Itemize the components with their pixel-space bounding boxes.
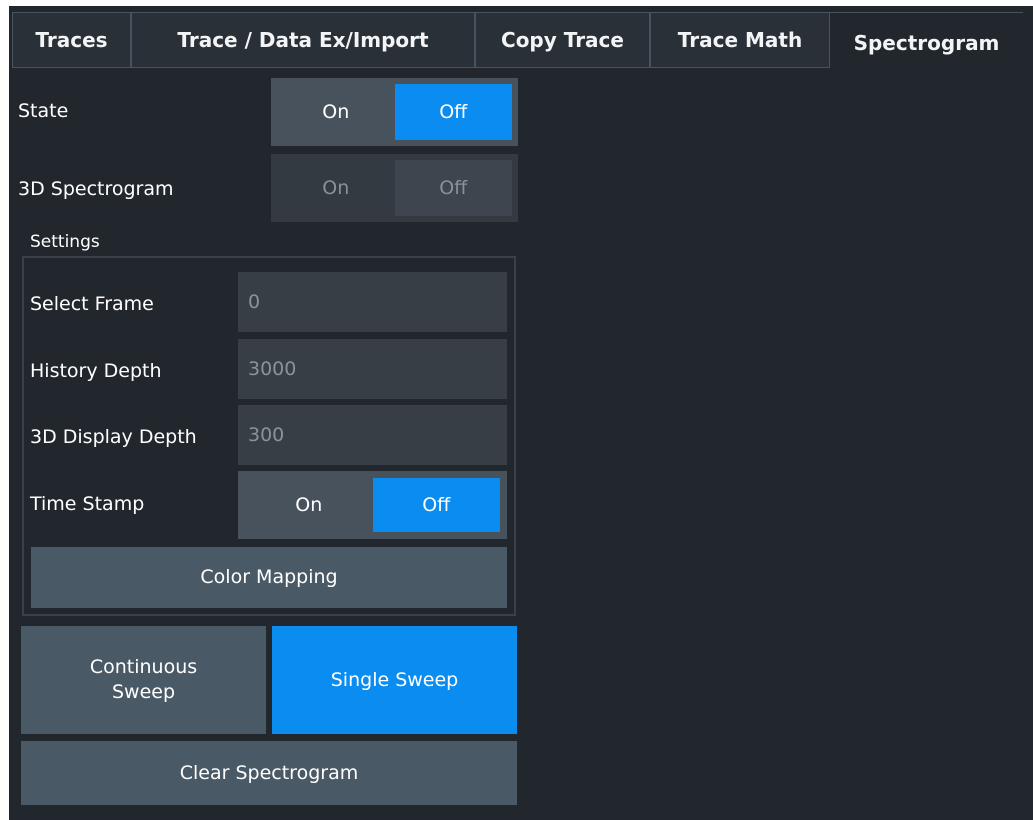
history-depth-label: History Depth: [30, 360, 162, 382]
continuous-sweep-button[interactable]: Continuous Sweep: [21, 626, 266, 734]
time-stamp-on-option[interactable]: On: [245, 478, 373, 532]
single-sweep-button[interactable]: Single Sweep: [272, 626, 517, 734]
continuous-sweep-line2: Sweep: [111, 681, 176, 703]
spectrogram-3d-off-option[interactable]: Off: [394, 160, 512, 216]
state-off-option[interactable]: Off: [394, 84, 512, 140]
spectrogram-3d-toggle[interactable]: On Off: [271, 154, 518, 222]
tab-spectrogram[interactable]: Spectrogram: [830, 12, 1023, 72]
time-stamp-toggle[interactable]: On Off: [238, 471, 507, 539]
display-depth-3d-field[interactable]: 300: [238, 405, 507, 465]
state-on-option[interactable]: On: [277, 84, 395, 140]
history-depth-field[interactable]: 3000: [238, 339, 507, 399]
display-depth-3d-label: 3D Display Depth: [30, 426, 197, 448]
clear-spectrogram-button[interactable]: Clear Spectrogram: [21, 741, 517, 805]
time-stamp-label: Time Stamp: [30, 493, 145, 515]
tab-trace-math[interactable]: Trace Math: [650, 12, 830, 68]
tab-trace-data-ex-import[interactable]: Trace / Data Ex/Import: [131, 12, 475, 68]
spectrogram-3d-label: 3D Spectrogram: [18, 178, 174, 200]
window-frame: Traces Trace / Data Ex/Import Copy Trace…: [0, 0, 1033, 820]
continuous-sweep-line1: Continuous: [89, 656, 198, 678]
settings-group-title: Settings: [30, 232, 100, 252]
color-mapping-button[interactable]: Color Mapping: [31, 547, 507, 608]
spectrogram-3d-on-option[interactable]: On: [277, 160, 395, 216]
select-frame-field[interactable]: 0: [238, 272, 507, 332]
tab-copy-trace[interactable]: Copy Trace: [475, 12, 650, 68]
state-toggle[interactable]: On Off: [271, 78, 518, 146]
select-frame-label: Select Frame: [30, 293, 154, 315]
tab-traces[interactable]: Traces: [12, 12, 131, 68]
time-stamp-off-option[interactable]: Off: [372, 478, 500, 532]
state-label: State: [18, 100, 69, 122]
